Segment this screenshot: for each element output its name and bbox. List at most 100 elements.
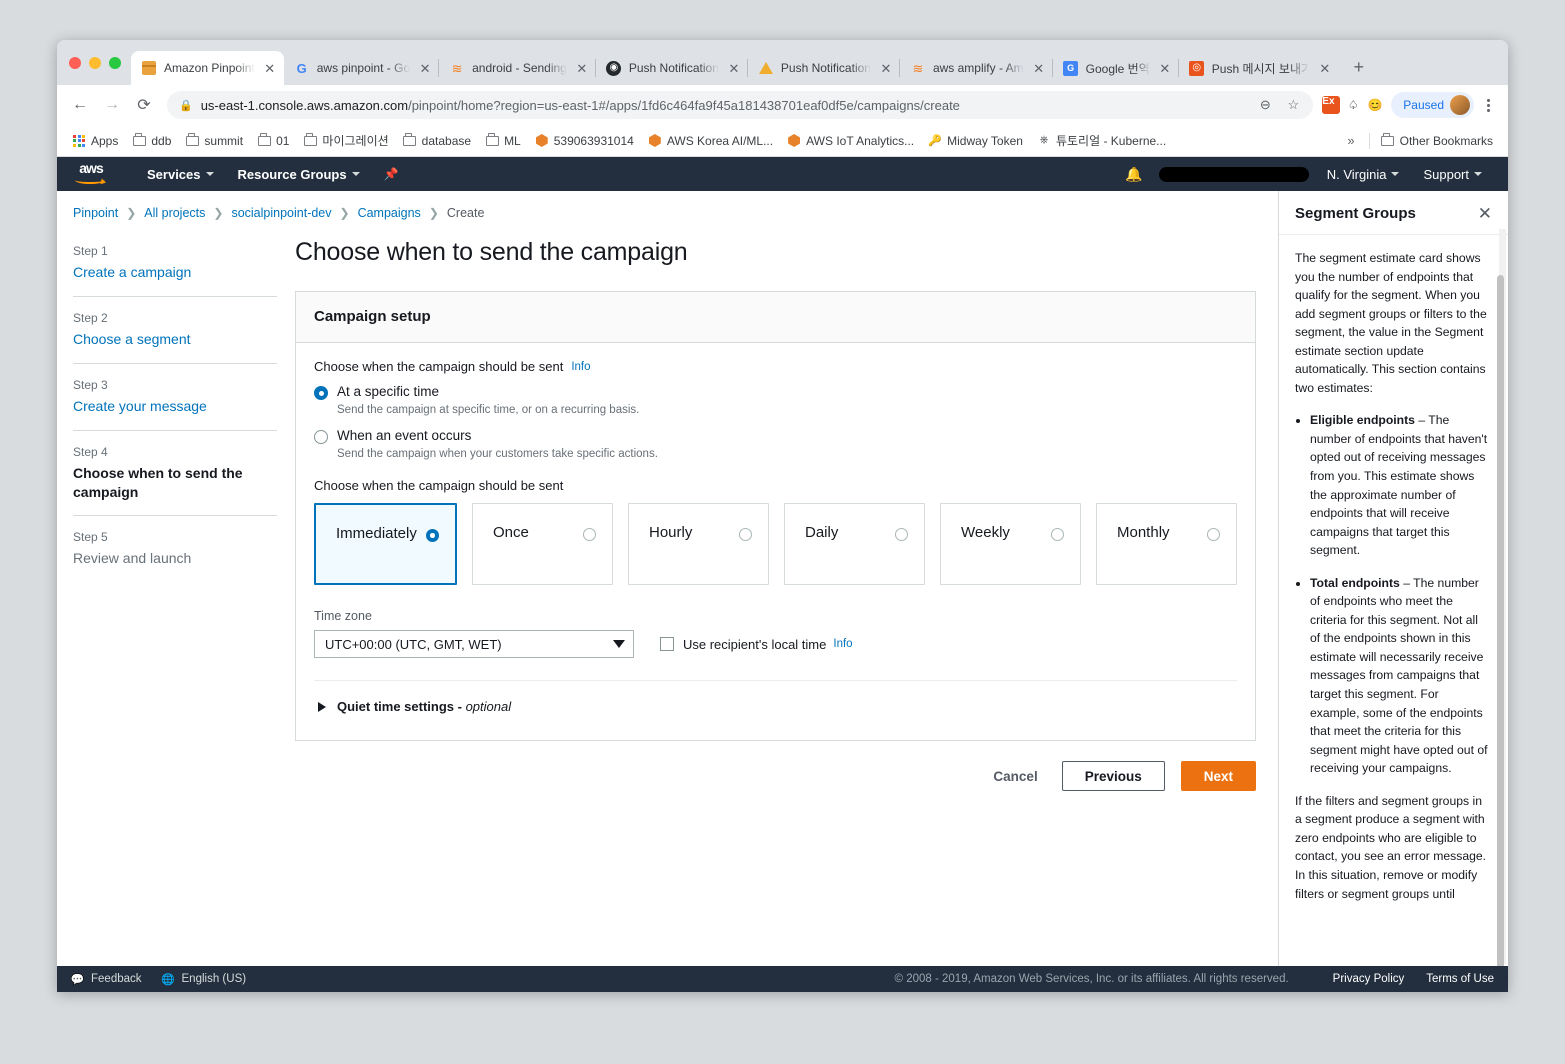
radio-option-when-event-occurs[interactable]: When an event occurs bbox=[314, 428, 1237, 444]
browser-tab[interactable]: ≋ aws amplify - Am ✕ bbox=[898, 51, 1053, 85]
step-label[interactable]: Create your message bbox=[73, 397, 277, 416]
checkbox-icon[interactable] bbox=[660, 637, 674, 651]
bookmark-item[interactable]: 마이그레이션 bbox=[296, 129, 395, 152]
close-tab-button[interactable]: ✕ bbox=[417, 60, 433, 76]
radio-icon[interactable] bbox=[583, 528, 596, 541]
help-scrollbar-thumb[interactable] bbox=[1497, 275, 1504, 992]
close-window-button[interactable] bbox=[69, 56, 81, 69]
aws-logo-icon[interactable]: aws bbox=[71, 161, 111, 186]
browser-tab[interactable]: ◉ Push Notification ✕ bbox=[594, 51, 748, 85]
previous-button[interactable]: Previous bbox=[1061, 761, 1165, 791]
reload-button[interactable]: ⟳ bbox=[129, 90, 159, 120]
resource-groups-menu[interactable]: Resource Groups bbox=[226, 157, 372, 191]
extension-ex-icon[interactable]: Ex bbox=[1321, 95, 1341, 115]
other-bookmarks-button[interactable]: Other Bookmarks bbox=[1374, 131, 1500, 151]
timezone-select[interactable]: UTC+00:00 (UTC, GMT, WET) bbox=[314, 630, 634, 658]
bookmark-star-icon[interactable]: ☆ bbox=[1283, 95, 1303, 115]
pin-icon[interactable]: 📌 bbox=[372, 167, 411, 181]
browser-tab[interactable]: G Google 번역 ✕ bbox=[1051, 51, 1179, 85]
bookmark-item[interactable]: 01 bbox=[250, 131, 296, 151]
kebab-menu-icon[interactable] bbox=[1476, 98, 1500, 112]
breadcrumb-item-pinpoint[interactable]: Pinpoint bbox=[73, 206, 126, 220]
bookmarks-overflow-button[interactable]: » bbox=[1337, 133, 1364, 148]
bookmark-item[interactable]: ddb bbox=[125, 131, 178, 151]
bookmark-item[interactable]: 🔑 Midway Token bbox=[921, 131, 1030, 151]
close-icon[interactable]: ✕ bbox=[1478, 205, 1492, 222]
close-tab-button[interactable]: ✕ bbox=[726, 60, 742, 76]
radio-icon[interactable] bbox=[426, 529, 439, 542]
radio-option-at-specific-time[interactable]: At a specific time bbox=[314, 384, 1237, 400]
terms-of-use-link[interactable]: Terms of Use bbox=[1426, 973, 1494, 985]
step-label[interactable]: Choose a segment bbox=[73, 330, 277, 349]
extension-ghost-icon[interactable]: ♤ bbox=[1343, 95, 1363, 115]
radio-icon[interactable] bbox=[895, 528, 908, 541]
back-button[interactable]: ← bbox=[65, 90, 95, 120]
step-label[interactable]: Create a campaign bbox=[73, 263, 277, 282]
extension-amazon-icon[interactable]: 😊 bbox=[1365, 95, 1385, 115]
wizard-step-1[interactable]: Step 1 Create a campaign bbox=[73, 238, 277, 296]
wizard-step-3[interactable]: Step 3 Create your message bbox=[73, 362, 277, 430]
support-menu[interactable]: Support bbox=[1411, 167, 1494, 182]
local-time-checkbox-row[interactable]: Use recipient's local time Info bbox=[660, 637, 853, 652]
region-menu[interactable]: N. Virginia bbox=[1315, 167, 1412, 182]
close-tab-button[interactable]: ✕ bbox=[1031, 60, 1047, 76]
feedback-button[interactable]: 💬 Feedback bbox=[71, 973, 142, 986]
frequency-card-monthly[interactable]: Monthly bbox=[1096, 503, 1237, 585]
browser-tab[interactable]: ◎ Push 메시지 보내기 ✕ bbox=[1177, 51, 1339, 85]
wizard-step-4[interactable]: Step 4 Choose when to send the campaign bbox=[73, 429, 277, 516]
frequency-card-immediately[interactable]: Immediately bbox=[314, 503, 457, 585]
minimize-window-button[interactable] bbox=[89, 56, 101, 69]
frequency-card-weekly[interactable]: Weekly bbox=[940, 503, 1081, 585]
help-panel-title: Segment Groups bbox=[1295, 205, 1416, 222]
account-menu[interactable] bbox=[1158, 166, 1309, 182]
radio-icon[interactable] bbox=[314, 386, 328, 400]
frequency-card-hourly[interactable]: Hourly bbox=[628, 503, 769, 585]
bookmark-item[interactable]: 539063931014 bbox=[528, 131, 641, 151]
browser-tab[interactable]: G aws pinpoint - Go ✕ bbox=[284, 51, 439, 85]
forward-button[interactable]: → bbox=[97, 90, 127, 120]
close-tab-button[interactable]: ✕ bbox=[878, 60, 894, 76]
privacy-policy-link[interactable]: Privacy Policy bbox=[1333, 973, 1405, 985]
close-tab-button[interactable]: ✕ bbox=[1317, 60, 1333, 76]
language-button[interactable]: 🌐 English (US) bbox=[161, 973, 246, 986]
radio-icon[interactable] bbox=[314, 430, 328, 444]
cancel-button[interactable]: Cancel bbox=[985, 763, 1045, 790]
wizard-step-2[interactable]: Step 2 Choose a segment bbox=[73, 295, 277, 363]
stackoverflow-icon: ≋ bbox=[912, 60, 924, 76]
bookmark-item[interactable]: ML bbox=[478, 131, 528, 151]
close-tab-button[interactable]: ✕ bbox=[262, 60, 278, 76]
browser-tab[interactable]: Amazon Pinpoint ✕ bbox=[131, 51, 284, 85]
breadcrumb-item-campaigns[interactable]: Campaigns bbox=[350, 206, 429, 220]
radio-icon[interactable] bbox=[1207, 528, 1220, 541]
next-button[interactable]: Next bbox=[1180, 761, 1256, 791]
radio-icon[interactable] bbox=[1051, 528, 1064, 541]
frequency-card-daily[interactable]: Daily bbox=[784, 503, 925, 585]
maximize-window-button[interactable] bbox=[109, 56, 121, 69]
quiet-time-expander[interactable]: Quiet time settings - optional bbox=[314, 681, 1237, 718]
help-scrollbar-track[interactable] bbox=[1497, 229, 1506, 992]
browser-toolbar: ← → ⟳ 🔒 us-east-1.console.aws.amazon.com… bbox=[57, 85, 1508, 125]
bookmark-item[interactable]: AWS IoT Analytics... bbox=[780, 131, 921, 151]
address-bar[interactable]: 🔒 us-east-1.console.aws.amazon.com/pinpo… bbox=[167, 91, 1314, 119]
zoom-out-icon[interactable]: ⊖ bbox=[1255, 95, 1275, 115]
services-menu[interactable]: Services bbox=[135, 157, 226, 191]
profile-button[interactable]: Paused bbox=[1391, 92, 1474, 118]
browser-tab[interactable]: Push Notification ✕ bbox=[746, 51, 900, 85]
radio-icon[interactable] bbox=[739, 528, 752, 541]
bookmark-item[interactable]: database bbox=[396, 131, 478, 151]
breadcrumb-item-project[interactable]: socialpinpoint-dev bbox=[223, 206, 339, 220]
new-tab-button[interactable]: + bbox=[1345, 53, 1373, 81]
close-tab-button[interactable]: ✕ bbox=[574, 60, 590, 76]
browser-tab[interactable]: ≋ android - Sending ✕ bbox=[438, 51, 596, 85]
bookmark-item[interactable]: ⎈ 튜토리얼 - Kuberne... bbox=[1030, 129, 1173, 152]
bookmark-item[interactable]: AWS Korea AI/ML... bbox=[641, 131, 780, 151]
wizard-step-5[interactable]: Step 5 Review and launch bbox=[73, 515, 277, 582]
bookmark-item[interactable]: summit bbox=[178, 131, 250, 151]
info-link[interactable]: Info bbox=[571, 361, 590, 373]
breadcrumb-item-all-projects[interactable]: All projects bbox=[136, 206, 213, 220]
close-tab-button[interactable]: ✕ bbox=[1157, 60, 1173, 76]
bell-icon[interactable]: 🔔 bbox=[1115, 166, 1152, 183]
frequency-card-once[interactable]: Once bbox=[472, 503, 613, 585]
bookmark-apps[interactable]: Apps bbox=[65, 131, 125, 151]
info-link[interactable]: Info bbox=[833, 638, 852, 650]
